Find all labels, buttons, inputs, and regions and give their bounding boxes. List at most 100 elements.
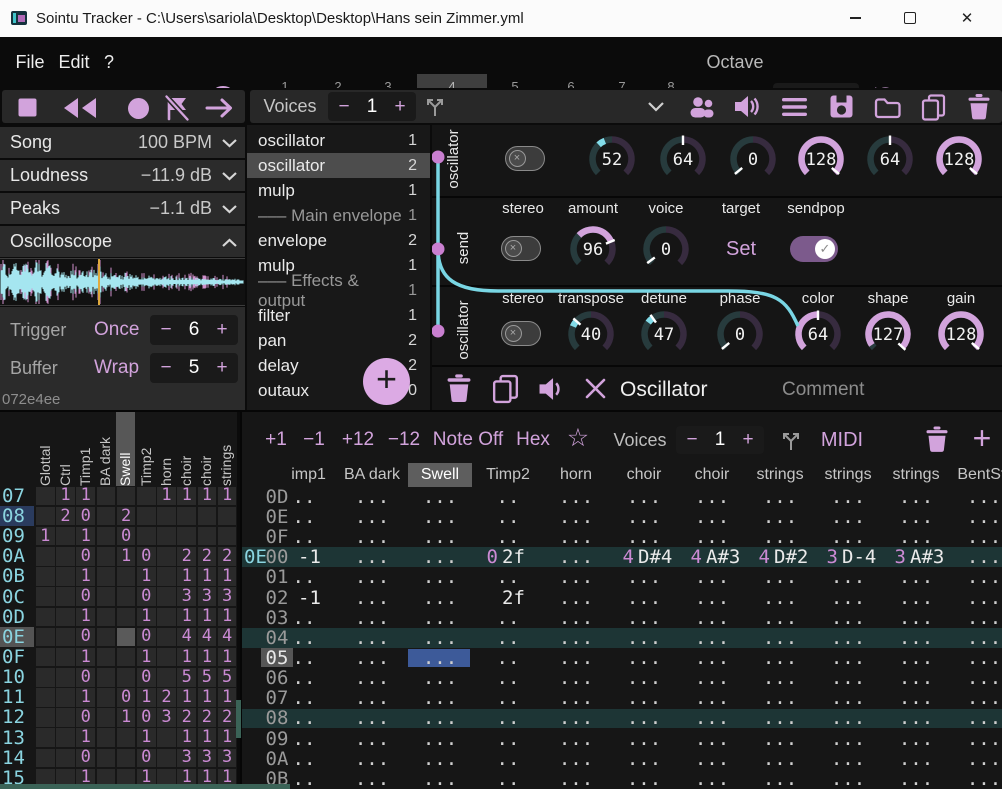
- pattern-track-header[interactable]: Swell: [117, 414, 135, 486]
- copy-unit-icon[interactable]: [492, 374, 519, 404]
- unit-list-item[interactable]: oscillator2: [247, 153, 430, 178]
- note-cell[interactable]: ...: [406, 628, 474, 648]
- note-cell[interactable]: ...: [882, 507, 950, 527]
- pattern-cell[interactable]: [56, 587, 75, 606]
- note-cell[interactable]: ...: [814, 588, 882, 608]
- pattern-cell[interactable]: [56, 749, 75, 768]
- pattern-cell[interactable]: [36, 507, 55, 526]
- pattern-cell[interactable]: 3: [218, 749, 237, 768]
- chevron-up-icon[interactable]: [222, 238, 237, 247]
- menu-file[interactable]: File: [8, 37, 52, 88]
- solo-unit-icon[interactable]: [538, 376, 566, 402]
- note-cell[interactable]: ..: [270, 507, 338, 527]
- note-cell[interactable]: ...: [542, 769, 610, 789]
- note-cell[interactable]: ...: [678, 668, 746, 688]
- pattern-cell[interactable]: [36, 567, 55, 586]
- note-cell[interactable]: ...: [338, 749, 406, 769]
- note-cell[interactable]: ...: [950, 568, 1002, 588]
- note-cell[interactable]: ..: [474, 487, 542, 507]
- pattern-cell[interactable]: [97, 728, 116, 747]
- pattern-cell[interactable]: 1: [76, 648, 95, 667]
- note-cell[interactable]: ...: [610, 507, 678, 527]
- pattern-cell[interactable]: 1: [218, 608, 237, 627]
- note-cell[interactable]: ...: [882, 729, 950, 749]
- note-cell[interactable]: 4D#4: [610, 547, 678, 567]
- note-cell[interactable]: ...: [406, 648, 474, 668]
- note-cell[interactable]: ...: [950, 668, 1002, 688]
- note-cell[interactable]: ...: [746, 668, 814, 688]
- note-cell[interactable]: ...: [746, 709, 814, 729]
- pattern-row-number[interactable]: 09: [2, 526, 32, 546]
- pattern-cell[interactable]: [97, 587, 116, 606]
- pattern-cell[interactable]: [56, 688, 75, 707]
- pattern-track-header[interactable]: horn: [158, 414, 176, 486]
- note-cell[interactable]: ...: [406, 749, 474, 769]
- save-icon[interactable]: [830, 95, 853, 118]
- note-cell[interactable]: ..: [474, 648, 542, 668]
- note-cell[interactable]: ...: [882, 568, 950, 588]
- note-cell[interactable]: ...: [882, 668, 950, 688]
- presets-icon[interactable]: [688, 95, 716, 119]
- voices-minus-button[interactable]: −: [333, 92, 355, 121]
- trigger-plus-button[interactable]: +: [211, 315, 233, 345]
- voices-plus-button[interactable]: +: [389, 92, 411, 121]
- note-cell[interactable]: ...: [678, 749, 746, 769]
- note-cell[interactable]: ...: [814, 487, 882, 507]
- note-cell[interactable]: ...: [542, 588, 610, 608]
- note-cell[interactable]: ...: [338, 527, 406, 547]
- pattern-cell[interactable]: 1: [198, 688, 217, 707]
- chevron-down-icon[interactable]: [222, 172, 237, 181]
- note-cell[interactable]: ...: [814, 769, 882, 789]
- note-cell[interactable]: ...: [542, 608, 610, 628]
- pattern-row-number[interactable]: 14: [2, 748, 32, 768]
- delete-unit-icon[interactable]: [447, 374, 471, 403]
- pattern-cell[interactable]: [157, 507, 176, 526]
- note-cell[interactable]: ...: [610, 568, 678, 588]
- note-cell[interactable]: ...: [814, 628, 882, 648]
- note-cell[interactable]: 4D#2: [746, 547, 814, 567]
- pattern-cell[interactable]: [56, 527, 75, 546]
- note-cell[interactable]: ...: [406, 769, 474, 789]
- note-cell[interactable]: 3D-4: [814, 547, 882, 567]
- pattern-cell[interactable]: [157, 608, 176, 627]
- pattern-cell[interactable]: [97, 527, 116, 546]
- pattern-cell[interactable]: [36, 608, 55, 627]
- pattern-row-number[interactable]: 0E: [2, 627, 32, 647]
- pattern-row-number[interactable]: 0B: [2, 567, 32, 587]
- note-cell[interactable]: ...: [406, 608, 474, 628]
- chevron-down-icon[interactable]: [222, 205, 237, 214]
- note-cell[interactable]: ...: [678, 568, 746, 588]
- pattern-cell[interactable]: 1: [76, 567, 95, 586]
- note-cell[interactable]: ..: [270, 668, 338, 688]
- note-cell[interactable]: ..: [474, 668, 542, 688]
- note-cell[interactable]: ...: [338, 689, 406, 709]
- loudness-row[interactable]: Loudness −11.9 dB: [0, 160, 245, 191]
- pattern-cell[interactable]: 1: [137, 648, 156, 667]
- record-button[interactable]: [127, 97, 150, 120]
- pattern-cell[interactable]: 3: [177, 587, 196, 606]
- pattern-cell[interactable]: 0: [76, 708, 95, 727]
- note-cell[interactable]: 2f: [474, 588, 542, 608]
- pattern-cell[interactable]: [157, 668, 176, 687]
- note-cell[interactable]: ..: [270, 628, 338, 648]
- note-cell[interactable]: ...: [814, 668, 882, 688]
- note-cell[interactable]: ...: [950, 588, 1002, 608]
- note-cell[interactable]: ...: [542, 507, 610, 527]
- note-cell[interactable]: ...: [678, 648, 746, 668]
- pattern-cell[interactable]: 3: [177, 749, 196, 768]
- unit-list-item[interactable]: pan2: [247, 328, 430, 353]
- note-cell[interactable]: ...: [542, 487, 610, 507]
- note-cell[interactable]: ...: [678, 769, 746, 789]
- pattern-cell[interactable]: [56, 728, 75, 747]
- copy-icon[interactable]: [921, 94, 946, 121]
- pattern-row-number[interactable]: 0C: [2, 587, 32, 607]
- note-cell[interactable]: ...: [610, 729, 678, 749]
- knob-param[interactable]: 128: [793, 131, 849, 187]
- pattern-cell[interactable]: [36, 728, 55, 747]
- note-cell[interactable]: ...: [814, 568, 882, 588]
- pattern-cell[interactable]: 3: [218, 587, 237, 606]
- note-cell[interactable]: ...: [950, 487, 1002, 507]
- knob-amount[interactable]: 96: [565, 221, 621, 277]
- note-cell[interactable]: ...: [542, 628, 610, 648]
- knob-param[interactable]: 0: [725, 131, 781, 187]
